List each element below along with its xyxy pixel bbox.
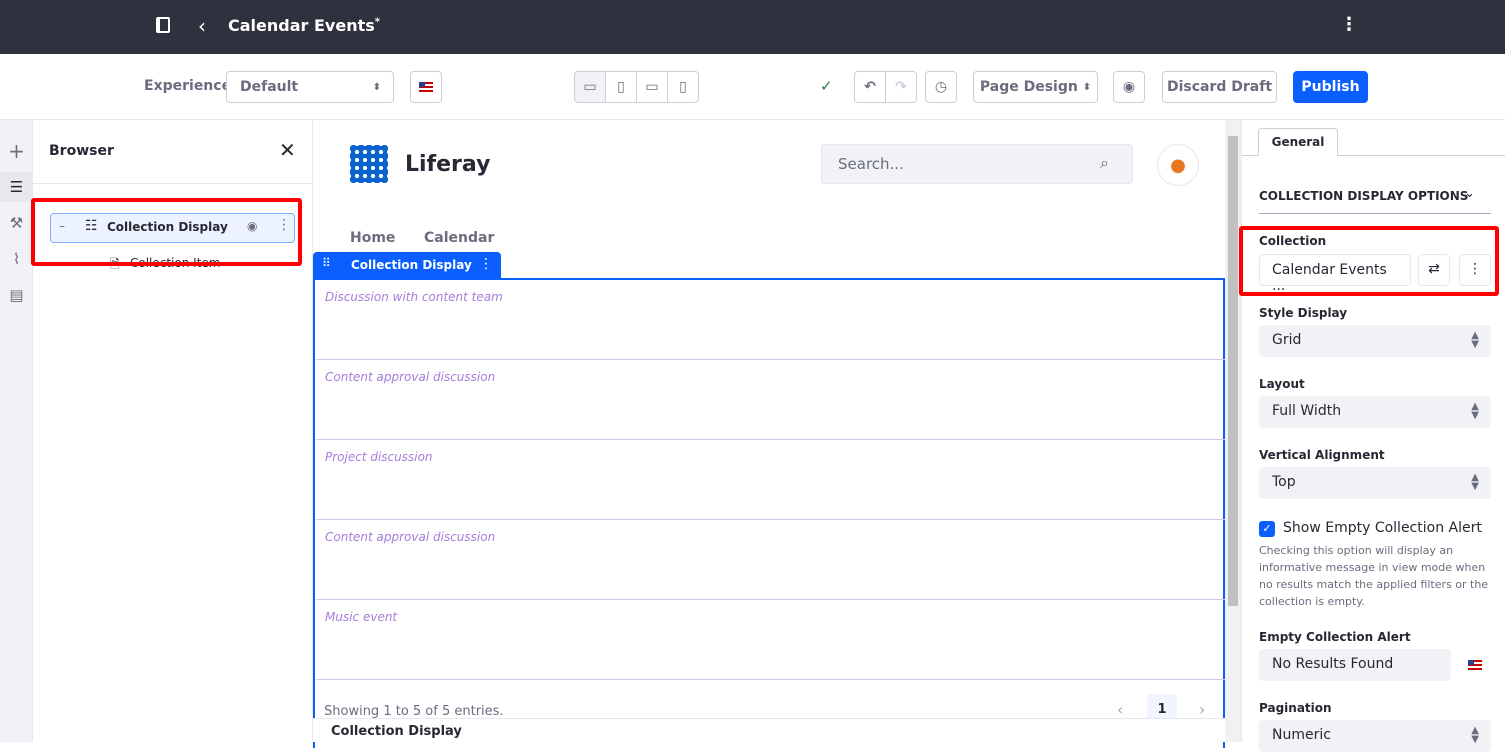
add-icon[interactable]: + (0, 136, 33, 166)
style-display-value: Grid (1272, 332, 1302, 348)
show-empty-alert-checkbox[interactable]: ✓ (1259, 521, 1275, 537)
history-button[interactable]: ◷ (925, 71, 957, 103)
redo-button[interactable]: ↷ (885, 71, 917, 103)
page-title: Calendar Events (228, 16, 375, 35)
item-title: Discussion with content team (325, 290, 503, 304)
us-flag-icon (419, 82, 433, 92)
experience-label: Experience (144, 78, 232, 94)
vertical-alignment-select[interactable]: Top ▲ ▼ (1259, 467, 1491, 499)
saved-check-icon: ✓ (820, 77, 833, 95)
paperclip-icon[interactable]: ⌇ (0, 244, 33, 274)
collection-item[interactable]: Discussion with content team (316, 280, 1226, 360)
publish-button[interactable]: Publish (1293, 71, 1368, 103)
search-input[interactable]: Search... ⌕ (821, 144, 1133, 184)
close-icon[interactable]: ✕ (279, 138, 296, 162)
fragment-topper[interactable]: ⠿ Collection Display ⋮ (313, 252, 501, 278)
tablet-view-button[interactable]: ▯ (605, 71, 637, 103)
empty-alert-value: No Results Found (1272, 656, 1394, 672)
scrollbar[interactable] (1225, 120, 1241, 742)
layout-label: Layout (1259, 377, 1305, 391)
select-arrows-icon: ⬍ (1082, 81, 1092, 93)
liferay-logo (350, 145, 388, 183)
search-placeholder: Search... (838, 155, 904, 173)
us-flag-icon[interactable] (1468, 660, 1482, 670)
select-arrows-icon: ⬍ (372, 81, 381, 93)
highlight-box (1239, 226, 1499, 296)
selection-footer: Collection Display (313, 718, 1225, 742)
paint-roller-icon[interactable]: ⚒ (0, 208, 33, 238)
style-display-select[interactable]: Grid ▲ ▼ (1259, 325, 1491, 357)
page-design-label: Page Design (979, 79, 1078, 95)
experience-select[interactable]: Default ⬍ (226, 71, 394, 103)
prev-page-icon[interactable]: ‹ (1117, 700, 1123, 719)
nav-home[interactable]: Home (350, 230, 395, 246)
experience-value: Default (240, 79, 299, 95)
back-icon[interactable]: ‹ (198, 14, 206, 38)
eye-icon: ◉ (1122, 79, 1136, 95)
layout-value: Full Width (1272, 403, 1342, 419)
item-title: Project discussion (325, 450, 433, 464)
show-empty-alert-label[interactable]: Show Empty Collection Alert (1283, 520, 1482, 536)
select-arrows-icon: ▲ ▼ (1471, 472, 1479, 492)
desktop-view-button[interactable]: ▭ (574, 71, 606, 103)
browser-title: Browser (49, 143, 114, 159)
chevron-down-icon[interactable]: ⌄ (1464, 186, 1475, 201)
scrollbar-thumb[interactable] (1228, 136, 1238, 606)
collection-item[interactable]: Project discussion (316, 440, 1226, 520)
footer-label: Collection Display (331, 724, 462, 739)
landscape-phone-view-button[interactable]: ▭ (636, 71, 668, 103)
item-title: Content approval discussion (325, 370, 496, 384)
empty-alert-label: Empty Collection Alert (1259, 630, 1411, 644)
site-name: Liferay (405, 152, 491, 177)
highlight-box (31, 198, 302, 266)
pagination-label: Pagination (1259, 701, 1332, 715)
item-title: Content approval discussion (325, 530, 496, 544)
kebab-icon[interactable]: ⋮ (479, 256, 493, 272)
preview-button[interactable]: ◉ (1113, 71, 1145, 103)
style-display-label: Style Display (1259, 306, 1348, 320)
select-arrows-icon: ▲ ▼ (1471, 401, 1479, 421)
kebab-menu-icon[interactable]: ⋮ (1340, 14, 1358, 35)
top-bar: ‹ Calendar Events* ⋮ (0, 0, 1505, 54)
tab-general[interactable]: General (1258, 128, 1338, 156)
comments-icon[interactable]: ▤ (0, 280, 33, 310)
page-canvas: Liferay Search... ⌕ ● Home Calendar ⠿ Co… (313, 120, 1226, 748)
show-empty-alert-help: Checking this option will display an inf… (1259, 544, 1489, 608)
section-title[interactable]: COLLECTION DISPLAY OPTIONS (1259, 189, 1468, 203)
sidebar-rail: + ☰ ⚒ ⌇ ▤ (0, 120, 33, 742)
collection-item[interactable]: Content approval discussion (316, 520, 1226, 600)
vertical-alignment-label: Vertical Alignment (1259, 448, 1385, 462)
configuration-panel: General COLLECTION DISPLAY OPTIONS ⌄ Col… (1239, 120, 1505, 752)
user-avatar[interactable]: ● (1157, 144, 1199, 186)
search-icon[interactable]: ⌕ (1100, 153, 1109, 173)
empty-alert-input[interactable]: No Results Found (1259, 649, 1451, 681)
nav-calendar[interactable]: Calendar (424, 230, 494, 246)
pagination-select[interactable]: Numeric ▲ ▼ (1259, 720, 1491, 752)
sidebar-toggle-icon[interactable] (156, 17, 170, 33)
next-page-icon[interactable]: › (1199, 700, 1205, 719)
item-title: Music event (325, 610, 398, 624)
vertical-alignment-value: Top (1272, 474, 1296, 490)
pagination-value: Numeric (1272, 727, 1331, 743)
select-arrows-icon: ▲ ▼ (1471, 330, 1479, 350)
language-button[interactable] (410, 71, 442, 103)
phone-view-button[interactable]: ▯ (667, 71, 699, 103)
browser-icon[interactable]: ☰ (0, 172, 33, 202)
browser-panel: Browser ✕ – ☷ Collection Display ◉ ⋮ 🗎 C… (31, 120, 313, 742)
drag-handle-icon[interactable]: ⠿ (322, 256, 331, 270)
collection-item[interactable]: Music event (316, 600, 1226, 680)
pagination-info: Showing 1 to 5 of 5 entries. (324, 704, 504, 719)
collection-item[interactable]: Content approval discussion (316, 360, 1226, 440)
collection-display[interactable]: Discussion with content team Content app… (313, 278, 1226, 748)
select-arrows-icon: ▲ ▼ (1471, 725, 1479, 745)
modified-mark: * (374, 16, 380, 28)
discard-draft-button[interactable]: Discard Draft (1162, 71, 1277, 103)
layout-select[interactable]: Full Width ▲ ▼ (1259, 396, 1491, 428)
undo-button[interactable]: ↶ (854, 71, 886, 103)
fragment-label: Collection Display (351, 258, 472, 272)
page-design-button[interactable]: Page Design ⬍ (973, 71, 1098, 103)
editor-toolbar: Experience Default ⬍ ▭ ▯ ▭ ▯ ✓ ↶ ↷ ◷ Page… (0, 54, 1505, 120)
